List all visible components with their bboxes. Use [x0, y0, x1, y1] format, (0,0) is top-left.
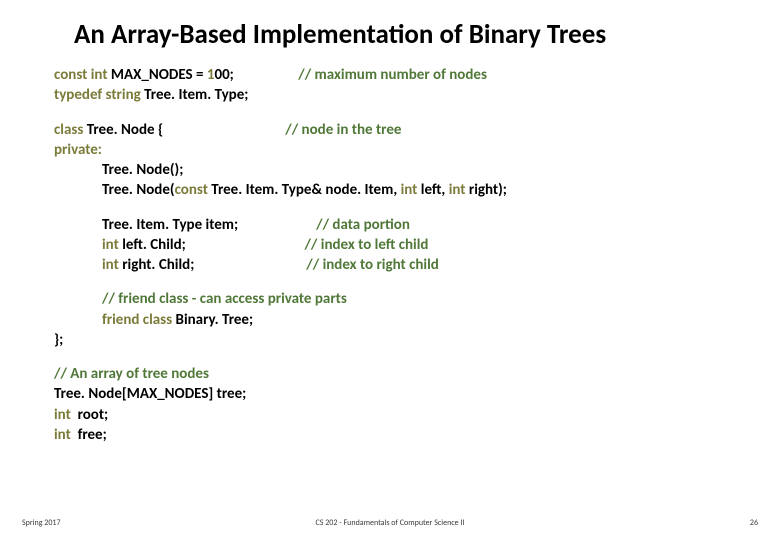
text: { — [155, 121, 164, 139]
code-line: Tree. Node(); — [54, 160, 750, 180]
code-block-2: class Tree. Node { // node in the tree p… — [54, 120, 750, 201]
text: ; — [244, 86, 248, 104]
text: right. Child — [122, 256, 190, 274]
keyword: int — [54, 426, 74, 444]
text: Tree. Node — [54, 385, 122, 403]
code-line: int root; — [54, 405, 750, 425]
code-line: int right. Child; // index to right chil… — [54, 255, 750, 275]
keyword: const — [175, 181, 212, 199]
code-line: }; — [54, 330, 750, 350]
keyword: int — [54, 406, 74, 424]
text: Tree. Node — [87, 121, 155, 139]
keyword: int — [102, 256, 122, 274]
text: Tree. Node — [102, 181, 170, 199]
text: ; — [249, 311, 253, 329]
code-line: const int MAX_NODES = 100; // maximum nu… — [54, 65, 750, 85]
code-block-5: // An array of tree nodes Tree. Node[MAX… — [54, 364, 750, 445]
keyword: const int — [54, 66, 108, 84]
comment: // index to right child — [194, 256, 438, 274]
code-line: private: — [54, 140, 750, 160]
code-line: int free; — [54, 425, 750, 445]
text: Tree. Item. Type — [144, 86, 244, 104]
text: node. Item — [325, 181, 393, 199]
code-block-3: Tree. Item. Type item; // data portion i… — [54, 215, 750, 276]
code-line: class Tree. Node { // node in the tree — [54, 120, 750, 140]
code-line: friend class Binary. Tree; — [54, 310, 750, 330]
text: Tree. Node — [102, 161, 170, 179]
footer-center: CS 202 - Fundamentals of Computer Scienc… — [316, 518, 465, 528]
slide-title: An Array-Based Implementation of Binary … — [74, 18, 750, 51]
code-line: Tree. Node[MAX_NODES] tree; — [54, 384, 750, 404]
keyword: private: — [54, 141, 102, 159]
comment-line: // An array of tree nodes — [54, 364, 750, 384]
keyword: friend class — [102, 311, 176, 329]
keyword: int — [401, 181, 418, 199]
comment-line: // friend class - can access private par… — [54, 289, 750, 309]
text: Tree. Item. Type — [211, 181, 311, 199]
keyword: int — [449, 181, 466, 199]
code-line: int left. Child; // index to left child — [54, 235, 750, 255]
text: left, — [417, 181, 448, 199]
code-line: Tree. Item. Type item; // data portion — [54, 215, 750, 235]
text: root; — [74, 406, 108, 424]
keyword: class — [54, 121, 87, 139]
text: 00; — [214, 66, 233, 84]
text: free; — [74, 426, 107, 444]
slide-footer: Spring 2017 CS 202 - Fundamentals of Com… — [0, 518, 780, 528]
code-block-4: // friend class - can access private par… — [54, 289, 750, 350]
comment: // maximum number of nodes — [234, 66, 487, 84]
text: right); — [465, 181, 506, 199]
text: MAX_NODES = — [108, 66, 207, 84]
text: Binary. Tree — [176, 311, 249, 329]
text: & — [311, 181, 325, 199]
comment: // node in the tree — [163, 121, 401, 139]
code-block-1: const int MAX_NODES = 100; // maximum nu… — [54, 65, 750, 106]
code-block: const int MAX_NODES = 100; // maximum nu… — [30, 65, 750, 445]
keyword: int — [102, 236, 122, 254]
text: , — [393, 181, 400, 199]
text: [MAX_NODES] tree; — [122, 385, 246, 403]
comment: // data portion — [238, 216, 410, 234]
text: (); — [170, 161, 183, 179]
code-line: typedef string Tree. Item. Type; — [54, 85, 750, 105]
comment: // index to left child — [186, 236, 429, 254]
text: left. Child — [122, 236, 181, 254]
text: item; — [202, 216, 238, 234]
slide: An Array-Based Implementation of Binary … — [0, 0, 780, 540]
text: Tree. Item. Type — [102, 216, 202, 234]
page-number: 26 — [750, 518, 758, 528]
keyword: typedef string — [54, 86, 144, 104]
footer-left: Spring 2017 — [22, 518, 61, 528]
code-line: Tree. Node(const Tree. Item. Type& node.… — [54, 180, 750, 200]
